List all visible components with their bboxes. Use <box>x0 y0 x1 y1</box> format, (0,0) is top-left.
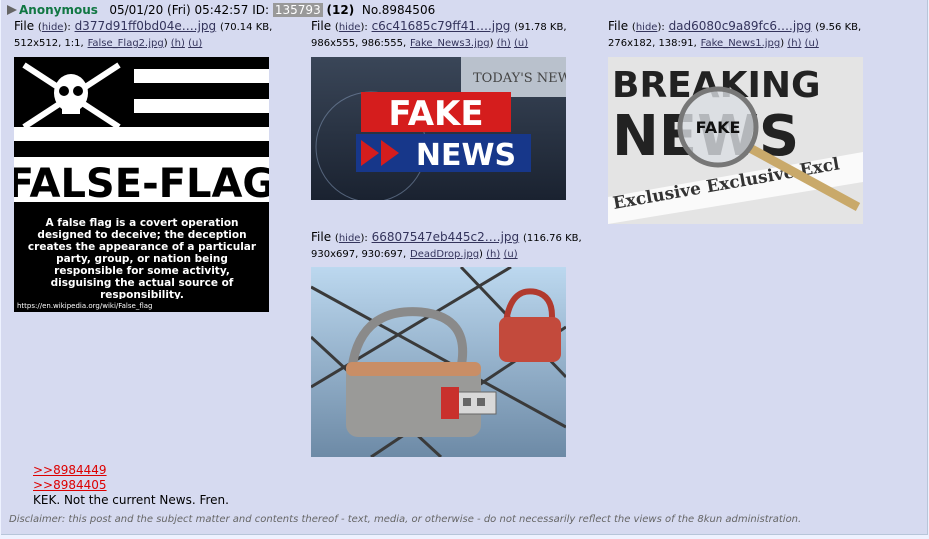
post-body: >>8984449 >>8984405 KEK. Not the current… <box>33 463 229 508</box>
post-message: KEK. Not the current News. Fren. <box>33 493 229 507</box>
file-u-link[interactable]: (u) <box>514 38 528 49</box>
false-flag-url: https://en.wikipedia.org/wiki/False_flag <box>17 302 152 310</box>
post-menu-triangle-icon[interactable] <box>7 5 17 15</box>
file-h-link[interactable]: (h) <box>787 38 801 49</box>
fake-news-bottom-word: NEWS <box>416 138 516 173</box>
post-container: Anonymous 05/01/20 (Fri) 05:42:57 ID: 13… <box>1 0 928 535</box>
false-flag-banner-text: FALSE-FLAG <box>14 161 269 207</box>
poster-id[interactable]: 135793 <box>272 3 323 17</box>
reply-count: (12) <box>326 3 355 17</box>
fake-news-thumbnail[interactable]: TODAY'S NEWS FAKE NEWS <box>311 57 566 200</box>
file-label: File <box>608 19 629 33</box>
post-number[interactable]: 8984506 <box>382 3 435 17</box>
hide-file-link[interactable]: hide <box>42 22 64 33</box>
file-h-link[interactable]: (h) <box>497 38 511 49</box>
file-size: (9.56 KB, <box>815 22 862 33</box>
dead-drop-image <box>311 267 566 457</box>
file-dimensions: 276x182, 138:91, <box>608 38 697 49</box>
original-filename-link[interactable]: Fake_News1.jpg <box>701 38 781 49</box>
false-flag-caption: A false flag is a covert operation desig… <box>27 217 257 299</box>
original-filename-link[interactable]: DeadDrop.jpg <box>410 249 479 260</box>
file-info-1: File (hide): d377d91ff0bd04e….jpg (70.14… <box>14 19 273 49</box>
post-disclaimer: Disclaimer: this post and the subject ma… <box>9 514 802 525</box>
hide-file-link[interactable]: hide <box>339 233 361 244</box>
file-label: File <box>14 19 35 33</box>
file-size: (116.76 KB, <box>523 233 582 244</box>
file-info-3: File (hide): dad6080c9a89fc6….jpg (9.56 … <box>608 19 862 49</box>
false-flag-image: FALSE-FLAG A false flag is a covert oper… <box>14 57 269 312</box>
post-number-label[interactable]: No. <box>362 3 382 17</box>
file-info-2: File (hide): c6c41685c79ff41….jpg (91.78… <box>311 19 567 49</box>
quote-link[interactable]: >>8984449 <box>33 463 229 478</box>
file-h-link[interactable]: (h) <box>486 249 500 260</box>
file-u-link[interactable]: (u) <box>503 249 517 260</box>
file-label: File <box>311 19 332 33</box>
file-size: (70.14 KB, <box>219 22 273 33</box>
breaking-news-thumbnail[interactable]: BREAKING NEWS Exclusive Exclusive Excl F… <box>608 57 863 224</box>
file-name-link[interactable]: 66807547eb445c2….jpg <box>372 230 520 244</box>
file-dimensions: 512x512, 1:1, <box>14 38 84 49</box>
poster-name: Anonymous <box>19 3 98 17</box>
post-datetime: 05/01/20 (Fri) 05:42:57 <box>109 3 249 17</box>
quote-link[interactable]: >>8984405 <box>33 478 229 493</box>
file-info-4: File (hide): 66807547eb445c2….jpg (116.7… <box>311 230 582 260</box>
file-name-link[interactable]: dad6080c9a89fc6….jpg <box>669 19 812 33</box>
file-u-link[interactable]: (u) <box>188 38 202 49</box>
file-name-link[interactable]: d377d91ff0bd04e….jpg <box>75 19 217 33</box>
fake-news-paper-text: TODAY'S NEWS <box>473 71 566 86</box>
fake-news-top-word: FAKE <box>388 94 483 134</box>
file-h-link[interactable]: (h) <box>171 38 185 49</box>
dead-drop-thumbnail[interactable] <box>311 267 566 457</box>
file-label: File <box>311 230 332 244</box>
original-filename-link[interactable]: Fake_News3.jpg <box>410 38 490 49</box>
file-dimensions: 986x555, 986:555, <box>311 38 407 49</box>
post-intro: Anonymous 05/01/20 (Fri) 05:42:57 ID: 13… <box>7 2 435 18</box>
breaking-news-image: BREAKING NEWS Exclusive Exclusive Excl F… <box>608 57 863 224</box>
hide-file-link[interactable]: hide <box>339 22 361 33</box>
lens-fake-text: FAKE <box>696 118 741 137</box>
original-filename-link[interactable]: False_Flag2.jpg <box>88 38 164 49</box>
file-dimensions: 930x697, 930:697, <box>311 249 407 260</box>
hide-file-link[interactable]: hide <box>636 22 658 33</box>
file-size: (91.78 KB, <box>514 22 567 33</box>
file-u-link[interactable]: (u) <box>805 38 819 49</box>
poster-id-label: ID: <box>252 3 270 17</box>
post-number-link[interactable]: No.8984506 <box>362 3 435 17</box>
false-flag-thumbnail[interactable]: FALSE-FLAG A false flag is a covert oper… <box>14 57 269 312</box>
file-name-link[interactable]: c6c41685c79ff41….jpg <box>372 19 511 33</box>
fake-news-image: TODAY'S NEWS FAKE NEWS <box>311 57 566 200</box>
